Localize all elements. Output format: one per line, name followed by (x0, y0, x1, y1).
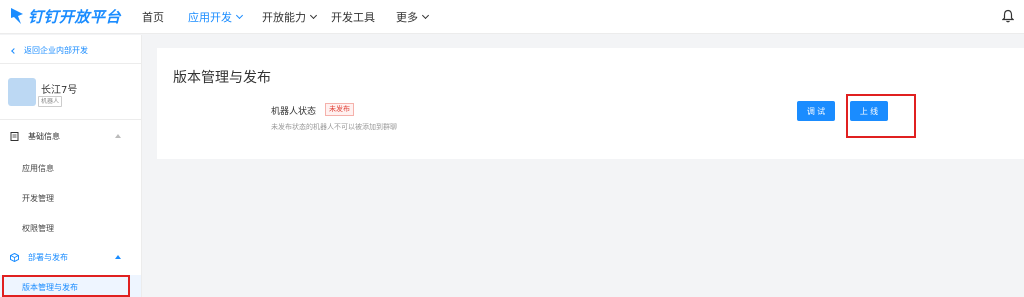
debug-button[interactable]: 调 试 (797, 101, 835, 121)
nav-item-app-dev[interactable]: 应用开发 (188, 9, 244, 25)
chevron-down-icon (309, 11, 318, 20)
divider (0, 63, 142, 64)
document-icon (10, 132, 19, 141)
nav-item-open-capability[interactable]: 开放能力 (262, 9, 318, 25)
status-description: 未发布状态的机器人不可以被添加到群聊 (271, 123, 397, 131)
page-title: 版本管理与发布 (173, 70, 271, 86)
top-navbar: 钉钉开放平台 首页 应用开发 开放能力 开发工具 更多 (0, 0, 1024, 34)
robot-status-label: 机器人状态 (271, 107, 317, 117)
menu-group-basic-info[interactable]: 基础信息 (10, 131, 60, 142)
nav-item-more[interactable]: 更多 (396, 9, 430, 25)
cube-icon (10, 253, 19, 262)
caret-up-icon (115, 134, 121, 138)
menu-group-label: 基础信息 (28, 132, 60, 141)
chevron-left-icon (11, 47, 17, 54)
nav-item-label: 更多 (396, 11, 418, 24)
app-avatar (8, 78, 36, 106)
status-badge: 未发布 (325, 103, 354, 116)
nav-item-label: 开放能力 (262, 11, 306, 24)
menu-group-deploy[interactable]: 部署与发布 (10, 252, 68, 263)
app-type-tag: 机器人 (38, 96, 63, 107)
nav-item-home[interactable]: 首页 (142, 9, 164, 25)
highlight-box (2, 275, 130, 297)
divider (0, 119, 142, 120)
menu-group-label: 部署与发布 (28, 253, 68, 262)
nav-item-dev-tools[interactable]: 开发工具 (331, 9, 375, 25)
nav-item-label: 首页 (142, 11, 164, 24)
bell-icon[interactable] (1002, 9, 1014, 23)
chevron-down-icon (421, 11, 430, 20)
menu-item-app-info[interactable]: 应用信息 (22, 163, 54, 174)
caret-up-icon (115, 255, 121, 259)
menu-item-dev-manage[interactable]: 开发管理 (22, 193, 54, 204)
chevron-down-icon (235, 11, 244, 20)
dingtalk-logo-icon (11, 8, 23, 24)
sidebar: 返回企业内部开发 长江7号 机器人 基础信息 应用信息 开发管理 权限管理 部署… (0, 35, 142, 297)
nav-item-label: 开发工具 (331, 11, 375, 24)
highlight-box (846, 94, 916, 138)
app-name: 长江7号 (41, 85, 78, 96)
back-link-label: 返回企业内部开发 (24, 46, 88, 55)
back-link[interactable]: 返回企业内部开发 (11, 45, 88, 56)
brand-name: 钉钉开放平台 (28, 7, 122, 26)
menu-item-permission[interactable]: 权限管理 (22, 223, 54, 234)
logo[interactable]: 钉钉开放平台 (10, 5, 121, 27)
nav-item-label: 应用开发 (188, 11, 232, 24)
